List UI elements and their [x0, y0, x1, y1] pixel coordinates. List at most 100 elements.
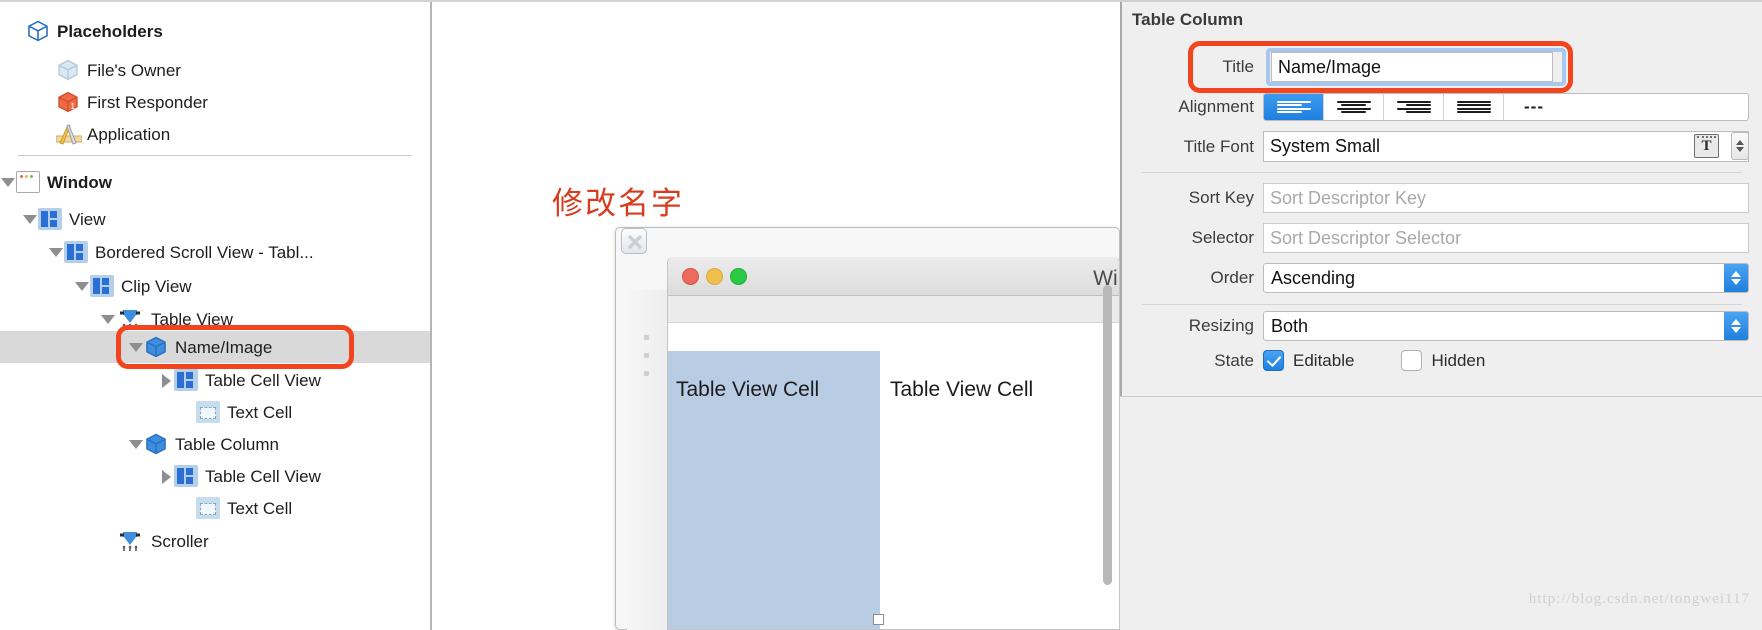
align-justified-button[interactable] [1444, 94, 1504, 120]
svg-text:1: 1 [71, 102, 76, 111]
document-outline-panel[interactable]: Placeholders File's Owner 1 First Responder… [0, 0, 430, 630]
chevron-up-icon [1731, 319, 1741, 325]
disclosure-triangle-icon[interactable] [0, 166, 16, 198]
outline-row[interactable]: Name/Image [0, 331, 430, 363]
outline-row-label: Table Cell View [205, 466, 321, 486]
preview-table-area[interactable]: Table View Cell Table View Cell [668, 323, 1119, 629]
title-row: Title Name/Image [1120, 52, 1762, 82]
outline-row[interactable]: 1 First Responder [0, 86, 430, 118]
view-icon [64, 241, 88, 263]
alignment-label: Alignment [1178, 97, 1254, 116]
resizing-stepper-icon[interactable] [1724, 312, 1748, 340]
canvas-top-rule [430, 0, 1120, 2]
outline-row[interactable]: Window [0, 166, 430, 198]
preview-window[interactable]: Wind Table View Cell Table View Cell [667, 257, 1120, 630]
outline-row[interactable]: File's Owner [0, 54, 430, 86]
outline-row-label: Bordered Scroll View - Tabl... [95, 242, 314, 262]
chevron-up-icon [1731, 271, 1741, 277]
outline-row[interactable]: Text Cell [0, 396, 430, 428]
cube-blue-icon [144, 432, 168, 456]
title-label: Title [1222, 57, 1255, 76]
outline-row[interactable]: View [0, 203, 430, 235]
selector-label: Selector [1191, 228, 1254, 247]
xcode-interface-builder-window: Placeholders File's Owner 1 First Responder… [0, 0, 1762, 630]
outline-row-label: Clip View [121, 276, 192, 296]
outline-row[interactable]: Clip View [0, 270, 430, 302]
title-input[interactable]: Name/Image [1271, 52, 1553, 82]
font-stepper[interactable] [1731, 132, 1749, 160]
outline-row-label: Placeholders [57, 21, 163, 41]
disclosure-triangle-icon[interactable] [128, 331, 144, 363]
grip-dot [644, 353, 649, 358]
interface-builder-canvas[interactable]: 修改名字 Wind Table View Cell Table Vi [430, 0, 1120, 630]
cube-red-one-icon: 1 [56, 90, 80, 114]
align-right-button[interactable] [1384, 94, 1444, 120]
editable-label: Editable [1293, 350, 1355, 370]
cube-blue-icon [144, 335, 168, 359]
outline-row[interactable]: Table Cell View [0, 460, 430, 492]
alignment-segmented-control[interactable]: --- [1263, 93, 1749, 121]
attributes-inspector-panel[interactable]: Table Column Title Name/Image Alignment [1120, 0, 1762, 630]
outline-row-label: Application [87, 124, 171, 144]
resizing-row: Resizing Both [1120, 311, 1762, 341]
font-picker-icon[interactable]: T [1694, 134, 1719, 158]
outline-row[interactable]: Table Cell View [0, 364, 430, 396]
outline-row[interactable]: Scroller [0, 525, 430, 557]
canvas-close-badge-icon[interactable] [621, 228, 647, 254]
outline-row[interactable]: Application [0, 118, 430, 150]
outline-row-label: Name/Image [175, 337, 273, 357]
align-natural-button[interactable]: --- [1504, 94, 1564, 120]
sort-key-row: Sort Key Sort Descriptor Key [1120, 183, 1762, 213]
preview-titlebar: Wind [668, 257, 1119, 296]
disclosure-triangle-icon[interactable] [128, 428, 144, 460]
text-cell-icon [196, 401, 220, 423]
minimize-button-icon[interactable] [706, 268, 723, 285]
resizing-popup-button[interactable]: Both [1263, 311, 1749, 341]
zoom-button-icon[interactable] [730, 268, 747, 285]
resizing-value: Both [1271, 315, 1309, 336]
sort-key-input[interactable]: Sort Descriptor Key [1263, 183, 1749, 213]
hidden-checkbox[interactable] [1401, 350, 1423, 371]
resize-handle[interactable] [873, 614, 884, 625]
window-icon [16, 171, 40, 193]
chevron-down-icon [1731, 279, 1741, 285]
stepper-up-icon [1736, 140, 1744, 145]
disclosure-triangle-icon[interactable] [158, 460, 174, 492]
order-row: Order Ascending [1120, 263, 1762, 293]
view-icon [38, 208, 62, 230]
outline-row[interactable]: Table Column [0, 428, 430, 460]
outline-row[interactable]: Placeholders [0, 15, 430, 47]
disclosure-triangle-icon[interactable] [158, 364, 174, 396]
outline-row[interactable]: Text Cell [0, 492, 430, 524]
selector-input[interactable]: Sort Descriptor Selector [1263, 223, 1749, 253]
hidden-label: Hidden [1431, 350, 1486, 370]
canvas-left-gutter [627, 290, 672, 630]
disclosure-triangle-icon[interactable] [22, 203, 38, 235]
stepper-down-icon [1736, 147, 1744, 152]
inspector-divider-2 [1142, 304, 1742, 305]
title-font-input[interactable]: System Small [1263, 131, 1749, 162]
disclosure-triangle-icon[interactable] [48, 236, 64, 268]
title-font-label: Title Font [1183, 136, 1254, 156]
order-popup-button[interactable]: Ascending [1263, 263, 1749, 293]
outline-row-label: File's Owner [87, 60, 181, 80]
table-view-cell-2: Table View Cell [890, 378, 1034, 401]
disclosure-triangle-icon[interactable] [74, 270, 90, 302]
text-cell-icon [196, 497, 220, 519]
close-button-icon[interactable] [682, 268, 699, 285]
order-stepper-icon[interactable] [1724, 264, 1748, 292]
inspector-section-title: Table Column [1132, 10, 1244, 29]
order-label: Order [1210, 268, 1254, 287]
grip-dot [644, 371, 649, 376]
outline-row[interactable]: Bordered Scroll View - Tabl... [0, 236, 430, 268]
chinese-annotation-text: 修改名字 [552, 186, 684, 222]
canvas-vertical-scrollbar[interactable] [1103, 285, 1112, 585]
align-center-button[interactable] [1324, 94, 1384, 120]
inspector-divider-1 [1142, 172, 1742, 173]
editable-checkbox[interactable] [1263, 350, 1284, 371]
align-left-button[interactable] [1264, 94, 1324, 120]
